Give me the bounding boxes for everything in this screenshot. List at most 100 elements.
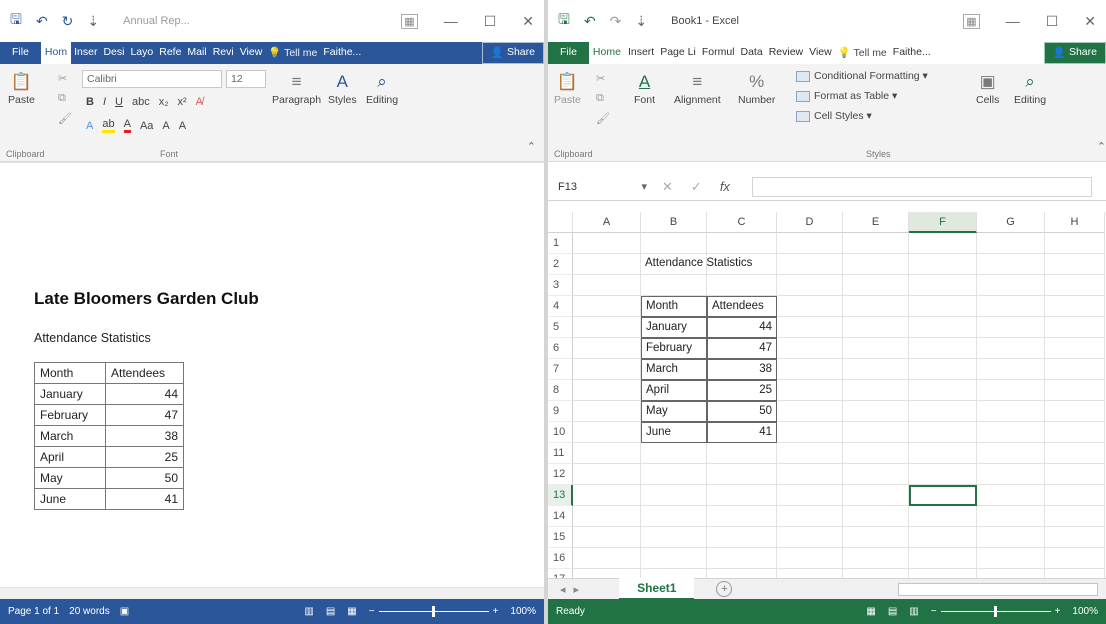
- column-header-h[interactable]: H: [1045, 212, 1105, 233]
- tab-review[interactable]: Review: [766, 42, 806, 64]
- grid-cell[interactable]: [843, 317, 909, 338]
- grid-cell[interactable]: [909, 254, 977, 275]
- row-header-11[interactable]: 11: [548, 443, 573, 464]
- grid-cell[interactable]: [1045, 359, 1105, 380]
- name-box[interactable]: F13 ▾: [552, 176, 652, 197]
- grid-cell[interactable]: [641, 464, 707, 485]
- column-header-d[interactable]: D: [777, 212, 843, 233]
- row-header-13[interactable]: 13: [548, 485, 573, 506]
- tab-home[interactable]: Home: [588, 42, 625, 64]
- grid-cell[interactable]: [843, 464, 909, 485]
- page-count[interactable]: Page 1 of 1: [8, 606, 59, 617]
- grid-cell[interactable]: [843, 380, 909, 401]
- page-layout-view-icon[interactable]: ▤: [888, 606, 897, 617]
- tab-view[interactable]: View: [237, 42, 266, 64]
- grid-cell[interactable]: [707, 464, 777, 485]
- formula-input[interactable]: [752, 176, 1092, 197]
- print-layout-icon[interactable]: ▤: [326, 606, 335, 617]
- paste-button[interactable]: 📋 Paste: [554, 72, 581, 106]
- grid-cell[interactable]: [707, 443, 777, 464]
- table-cell[interactable]: 44: [707, 317, 777, 338]
- grid-cell[interactable]: [1045, 422, 1105, 443]
- grid-cell[interactable]: [573, 296, 641, 317]
- grid-cell[interactable]: [977, 464, 1045, 485]
- grid-cell[interactable]: [843, 485, 909, 506]
- normal-view-icon[interactable]: ▦: [866, 606, 875, 617]
- grid-cell[interactable]: [1045, 317, 1105, 338]
- column-header-c[interactable]: C: [707, 212, 777, 233]
- copy-icon[interactable]: ⧉: [58, 92, 66, 105]
- grid-cell[interactable]: [1045, 275, 1105, 296]
- grid-cell[interactable]: [573, 548, 641, 569]
- add-sheet-icon[interactable]: +: [716, 581, 733, 597]
- grid-cell[interactable]: [1045, 464, 1105, 485]
- word-horizontal-scrollbar[interactable]: [0, 587, 544, 599]
- grid-cell[interactable]: [707, 548, 777, 569]
- cells-button[interactable]: ▣ Cells: [976, 72, 999, 106]
- grid-cell[interactable]: [977, 485, 1045, 506]
- maximize-icon[interactable]: ☐: [1046, 13, 1059, 30]
- user-name[interactable]: Faithe...: [320, 42, 364, 64]
- table-cell[interactable]: 50: [707, 401, 777, 422]
- grid-cell[interactable]: [977, 233, 1045, 254]
- grid-cell[interactable]: [977, 380, 1045, 401]
- row-header-5[interactable]: 5: [548, 317, 573, 338]
- grid-cell[interactable]: [641, 233, 707, 254]
- table-header-cell[interactable]: Attendees: [707, 296, 777, 317]
- sheet-tab-sheet1[interactable]: Sheet1: [619, 578, 695, 600]
- chevron-down-icon[interactable]: ▾: [641, 180, 647, 193]
- grid-cell[interactable]: [641, 275, 707, 296]
- row-header-4[interactable]: 4: [548, 296, 573, 317]
- font-color-icon[interactable]: A: [123, 118, 131, 133]
- tab-view[interactable]: View: [806, 42, 835, 64]
- paragraph-button[interactable]: ≡ Paragraph: [272, 72, 321, 106]
- column-header-a[interactable]: A: [573, 212, 641, 233]
- proofing-icon[interactable]: ▣: [120, 606, 129, 617]
- grid-cell[interactable]: [707, 233, 777, 254]
- grid-cell[interactable]: [777, 233, 843, 254]
- grow-font-icon[interactable]: A: [162, 120, 169, 132]
- zoom-track[interactable]: [940, 606, 1051, 617]
- underline-icon[interactable]: U: [115, 96, 123, 108]
- grid-cell[interactable]: [843, 443, 909, 464]
- row-header-16[interactable]: 16: [548, 548, 573, 569]
- table-cell[interactable]: 41: [707, 422, 777, 443]
- text-effects-icon[interactable]: A: [86, 120, 93, 132]
- cell-styles-button[interactable]: Cell Styles ▾: [796, 110, 872, 122]
- row-header-3[interactable]: 3: [548, 275, 573, 296]
- grid-cell[interactable]: [1045, 548, 1105, 569]
- tab-insert[interactable]: Inser: [71, 42, 100, 64]
- grid-cell[interactable]: [573, 380, 641, 401]
- grid-cell[interactable]: [977, 422, 1045, 443]
- grid-cell[interactable]: [1045, 380, 1105, 401]
- grid-cell[interactable]: [641, 485, 707, 506]
- grid-cell[interactable]: [777, 380, 843, 401]
- grid-cell[interactable]: [909, 443, 977, 464]
- grid-cell[interactable]: [707, 527, 777, 548]
- grid-cell[interactable]: [573, 464, 641, 485]
- share-button[interactable]: 👤 Share: [1043, 42, 1106, 64]
- grid-cell[interactable]: [977, 254, 1045, 275]
- number-button[interactable]: % Number: [738, 72, 775, 106]
- enter-icon[interactable]: ✓: [691, 179, 702, 195]
- grid-cell[interactable]: [641, 548, 707, 569]
- grid-cell[interactable]: [573, 443, 641, 464]
- font-name-box[interactable]: Calibri: [82, 70, 222, 88]
- highlight-icon[interactable]: ab: [102, 118, 115, 133]
- sheet-title-cell[interactable]: Attendance Statistics: [641, 254, 752, 275]
- grid-cell[interactable]: [843, 548, 909, 569]
- grid-cell[interactable]: [573, 254, 641, 275]
- grid-cell[interactable]: [1045, 254, 1105, 275]
- tab-review[interactable]: Revi: [210, 42, 237, 64]
- copy-icon[interactable]: ⧉: [596, 92, 604, 105]
- grid-cell[interactable]: [573, 485, 641, 506]
- web-layout-icon[interactable]: ▦: [347, 606, 356, 617]
- undo-icon[interactable]: ↶: [584, 13, 596, 30]
- close-icon[interactable]: ✕: [522, 13, 534, 30]
- zoom-slider[interactable]: − +: [369, 606, 498, 617]
- collapse-ribbon-icon[interactable]: ⌃: [1097, 140, 1106, 153]
- tab-file[interactable]: File: [548, 42, 589, 64]
- tab-mailings[interactable]: Mail: [184, 42, 209, 64]
- zoom-out-icon[interactable]: −: [369, 606, 375, 617]
- clear-formatting-icon[interactable]: A̸: [196, 96, 203, 108]
